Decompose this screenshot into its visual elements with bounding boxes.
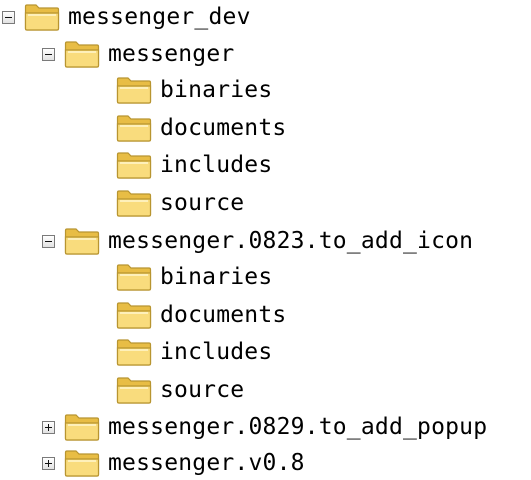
tree-node-to-add-icon[interactable]: messenger.0823.to_add_icon <box>42 224 473 258</box>
tree-node-label[interactable]: includes <box>160 337 272 367</box>
folder-icon <box>64 39 100 69</box>
folder-icon <box>116 113 152 143</box>
tree-node-documents[interactable]: documents <box>116 111 286 145</box>
tree-node-label[interactable]: messenger.0829.to_add_popup <box>108 412 487 442</box>
folder-tree: messenger_dev messenger binaries documen… <box>0 0 531 477</box>
folder-icon <box>116 337 152 367</box>
folder-icon <box>24 2 60 32</box>
tree-node-includes[interactable]: includes <box>116 148 272 182</box>
folder-icon <box>116 300 152 330</box>
tree-node-label[interactable]: messenger <box>108 39 234 69</box>
tree-node-label[interactable]: messenger.v0.8 <box>108 448 305 478</box>
tree-node-label[interactable]: source <box>160 188 244 218</box>
tree-node-binaries[interactable]: binaries <box>116 260 272 294</box>
tree-node-messenger-dev[interactable]: messenger_dev <box>2 0 251 34</box>
tree-node-source[interactable]: source <box>116 186 244 220</box>
tree-node-label[interactable]: binaries <box>160 75 272 105</box>
tree-node-source[interactable]: source <box>116 373 244 407</box>
folder-icon <box>116 262 152 292</box>
expand-toggle-icon[interactable] <box>42 420 55 434</box>
expand-toggle-icon[interactable] <box>42 456 55 470</box>
tree-node-label[interactable]: binaries <box>160 262 272 292</box>
folder-icon <box>116 75 152 105</box>
tree-node-label[interactable]: documents <box>160 300 286 330</box>
tree-node-documents[interactable]: documents <box>116 298 286 332</box>
folder-icon <box>116 375 152 405</box>
folder-icon <box>64 412 100 442</box>
tree-node-to-add-popup[interactable]: messenger.0829.to_add_popup <box>42 410 487 444</box>
folder-icon <box>116 150 152 180</box>
tree-node-messenger[interactable]: messenger <box>42 37 234 71</box>
tree-node-includes[interactable]: includes <box>116 335 272 369</box>
collapse-toggle-icon[interactable] <box>42 47 55 61</box>
tree-node-label[interactable]: messenger.0823.to_add_icon <box>108 226 473 256</box>
folder-icon <box>64 448 100 478</box>
folder-icon <box>116 188 152 218</box>
folder-icon <box>64 226 100 256</box>
tree-node-label[interactable]: documents <box>160 113 286 143</box>
tree-node-binaries[interactable]: binaries <box>116 73 272 107</box>
tree-node-label[interactable]: messenger_dev <box>68 2 251 32</box>
collapse-toggle-icon[interactable] <box>42 234 55 248</box>
tree-node-label[interactable]: source <box>160 375 244 405</box>
tree-node-v0-8[interactable]: messenger.v0.8 <box>42 446 305 480</box>
tree-node-label[interactable]: includes <box>160 150 272 180</box>
collapse-toggle-icon[interactable] <box>2 10 15 24</box>
